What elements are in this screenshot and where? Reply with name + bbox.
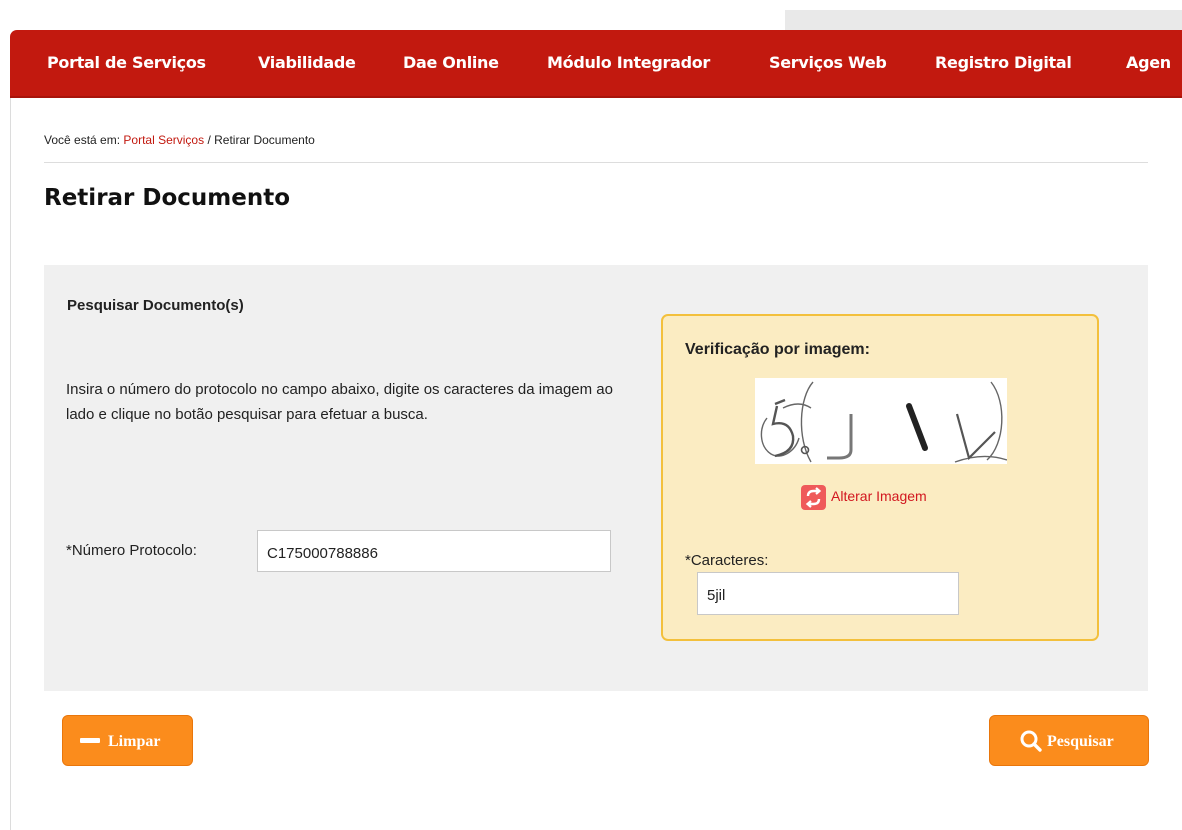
breadcrumb-current: Retirar Documento <box>214 133 315 147</box>
search-instructions: Insira o número do protocolo no campo ab… <box>66 381 613 423</box>
clear-button-label: Limpar <box>108 733 161 750</box>
left-rule <box>10 98 11 830</box>
minus-icon <box>80 738 100 743</box>
breadcrumb-divider <box>44 162 1148 163</box>
protocol-label: *Número Protocolo: <box>66 542 197 559</box>
change-image-label: Alterar Imagem <box>831 488 927 504</box>
breadcrumb-separator: / <box>207 133 211 147</box>
nav-item-viabilidade[interactable]: Viabilidade <box>258 53 356 72</box>
captcha-title: Verificação por imagem: <box>685 341 870 358</box>
nav-item-agenda[interactable]: Agen <box>1126 53 1171 72</box>
characters-input[interactable] <box>697 572 959 615</box>
breadcrumb: Você está em: Portal Serviços / Retirar … <box>44 133 315 147</box>
nav-item-modulo-integrador[interactable]: Módulo Integrador <box>547 53 710 72</box>
nav-item-servicos-web[interactable]: Serviços Web <box>769 53 887 72</box>
search-icon <box>1020 730 1042 752</box>
breadcrumb-link-portal-servicos[interactable]: Portal Serviços <box>123 133 204 147</box>
nav-item-registro-digital[interactable]: Registro Digital <box>935 53 1072 72</box>
characters-label: *Caracteres: <box>685 552 769 569</box>
captcha-box: Verificação por imagem: Alterar Imagem *… <box>661 314 1099 641</box>
search-panel-title: Pesquisar Documento(s) <box>67 297 244 314</box>
clear-button[interactable]: Limpar <box>62 715 193 766</box>
nav-item-dae-online[interactable]: Dae Online <box>403 53 499 72</box>
top-strip <box>0 0 1182 30</box>
main-nav: Portal de Serviços Viabilidade Dae Onlin… <box>10 30 1182 98</box>
breadcrumb-prefix: Você está em: <box>44 133 121 147</box>
search-button[interactable]: Pesquisar <box>989 715 1149 766</box>
protocol-input[interactable] <box>257 530 611 572</box>
header-decoration <box>785 10 1182 30</box>
search-button-label: Pesquisar <box>1047 733 1114 750</box>
search-panel: Pesquisar Documento(s) Insira o número d… <box>44 265 1148 691</box>
nav-item-portal-servicos[interactable]: Portal de Serviços <box>47 53 206 72</box>
page-title: Retirar Documento <box>44 185 291 211</box>
captcha-image <box>755 378 1008 464</box>
refresh-icon <box>801 485 826 510</box>
